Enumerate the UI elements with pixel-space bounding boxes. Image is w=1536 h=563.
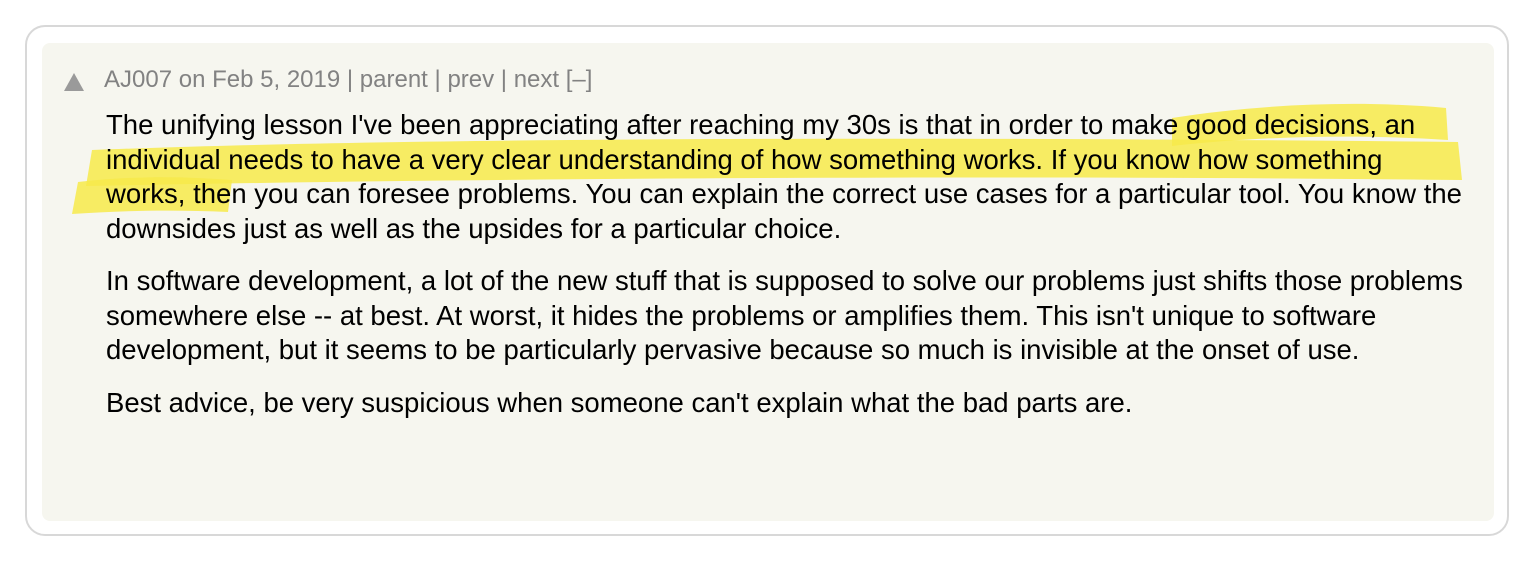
- date-link[interactable]: Feb 5, 2019: [212, 66, 340, 93]
- parent-link[interactable]: parent: [360, 66, 428, 93]
- upvote-triangle-icon[interactable]: [62, 70, 86, 94]
- comment-paragraph-2: In software development, a lot of the ne…: [106, 265, 1463, 365]
- collapse-toggle[interactable]: [–]: [566, 66, 593, 93]
- paragraph-text: The unifying lesson I've been appreciati…: [106, 109, 980, 140]
- next-link[interactable]: next: [514, 66, 559, 93]
- prev-link[interactable]: prev: [447, 66, 494, 93]
- on-label: on: [178, 66, 206, 93]
- comment-meta: AJ007 on Feb 5, 2019 | parent | prev | n…: [104, 64, 592, 96]
- comment-paragraph-1: The unifying lesson I've been appreciati…: [106, 108, 1466, 246]
- comment-body: The unifying lesson I've been appreciati…: [106, 108, 1466, 438]
- author-link[interactable]: AJ007: [104, 66, 172, 93]
- separator: |: [434, 66, 441, 93]
- separator: |: [500, 66, 508, 93]
- separator: |: [346, 66, 354, 93]
- comment-paragraph-3: Best advice, be very suspicious when som…: [106, 386, 1133, 418]
